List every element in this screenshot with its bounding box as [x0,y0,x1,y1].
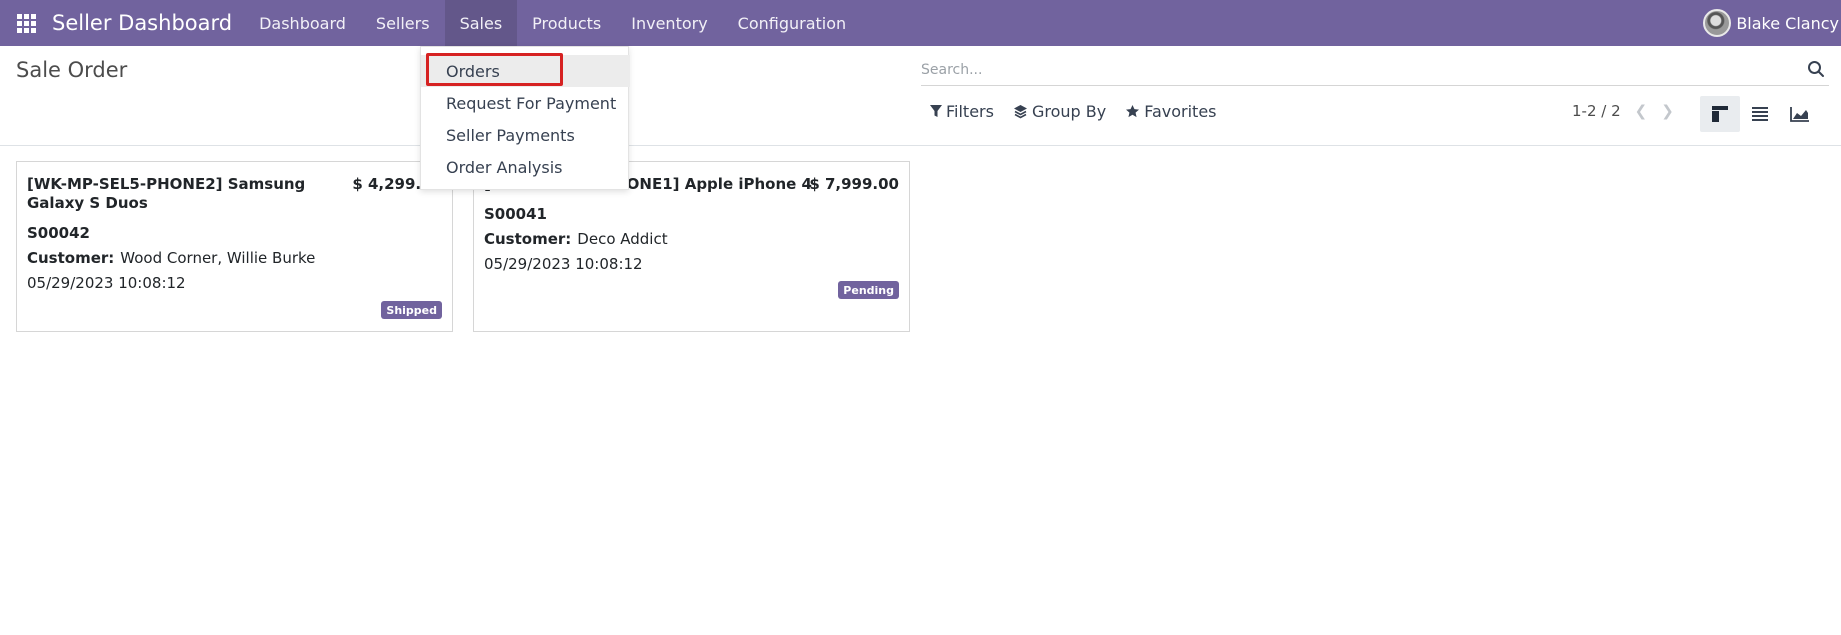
menu-item-orders[interactable]: Orders [421,55,630,87]
search-bar [921,54,1829,86]
graph-view-icon[interactable] [1780,96,1820,132]
group-by-label: Group By [1031,102,1107,121]
sales-dropdown-menu: Orders Request For Payment Seller Paymen… [420,46,630,190]
view-switcher [1700,96,1820,132]
status-badge: Shipped [381,301,442,319]
order-reference: S00042 [27,224,90,242]
list-view-icon[interactable] [1740,96,1780,132]
menu-configuration[interactable]: Configuration [723,0,862,46]
order-date: 05/29/2023 10:08:12 [484,255,643,273]
kanban-view-icon[interactable] [1700,96,1740,132]
app-brand[interactable]: Seller Dashboard [52,11,232,35]
favorites-button[interactable]: Favorites [1125,102,1217,121]
customer-value: Deco Addict [577,230,668,248]
search-options: Filters Group By Favorites [930,102,1236,121]
order-customer: Customer: Wood Corner, Willie Burke [27,249,315,267]
layers-icon [1013,105,1027,119]
menu-sellers[interactable]: Sellers [361,0,445,46]
order-card[interactable]: [WK-MP-SEL5-PHONE2] Samsung Galaxy S Duo… [16,161,453,332]
menu-item-request-for-payment[interactable]: Request For Payment [421,87,630,119]
customer-label: Customer: [27,249,115,267]
favorites-label: Favorites [1144,102,1217,121]
order-product-title: [WK-MP-SEL5-PHONE2] Samsung Galaxy S Duo… [27,175,306,212]
order-date: 05/29/2023 10:08:12 [27,274,186,292]
chevron-left-icon[interactable]: ❮ [1635,102,1648,120]
filters-button[interactable]: Filters [930,102,994,121]
customer-label: Customer: [484,230,572,248]
pager-value[interactable]: 1-2 / 2 [1572,102,1621,120]
status-badge: Pending [838,281,899,299]
top-navbar: Seller Dashboard Dashboard Sellers Sales… [0,0,1841,46]
order-amount: $ 7,999.00 [809,175,899,193]
avatar [1703,9,1732,37]
user-name: Blake Clancy [1736,13,1839,33]
customer-value: Wood Corner, Willie Burke [120,249,316,267]
menu-item-order-analysis[interactable]: Order Analysis [421,151,630,183]
menu-item-seller-payments[interactable]: Seller Payments [421,119,630,151]
menu-inventory[interactable]: Inventory [616,0,722,46]
pager: 1-2 / 2 ❮ ❯ [1572,102,1674,120]
group-by-button[interactable]: Group By [1013,102,1106,121]
star-icon [1126,104,1140,118]
menu-sales[interactable]: Sales [444,0,518,46]
user-menu[interactable]: Blake Clancy [1703,0,1841,46]
control-panel: Sale Order Filters Group By Fa [0,46,1841,146]
search-input[interactable] [921,61,1801,78]
menu-dashboard[interactable]: Dashboard [244,0,361,46]
chevron-right-icon[interactable]: ❯ [1661,102,1674,120]
order-customer: Customer: Deco Addict [484,230,668,248]
app-switcher-icon[interactable] [0,0,52,46]
order-reference: S00041 [484,205,547,223]
page-title: Sale Order [16,58,128,82]
filters-label: Filters [946,102,994,121]
menu-products[interactable]: Products [517,0,616,46]
filter-icon [930,105,942,117]
search-icon[interactable] [1807,60,1825,78]
